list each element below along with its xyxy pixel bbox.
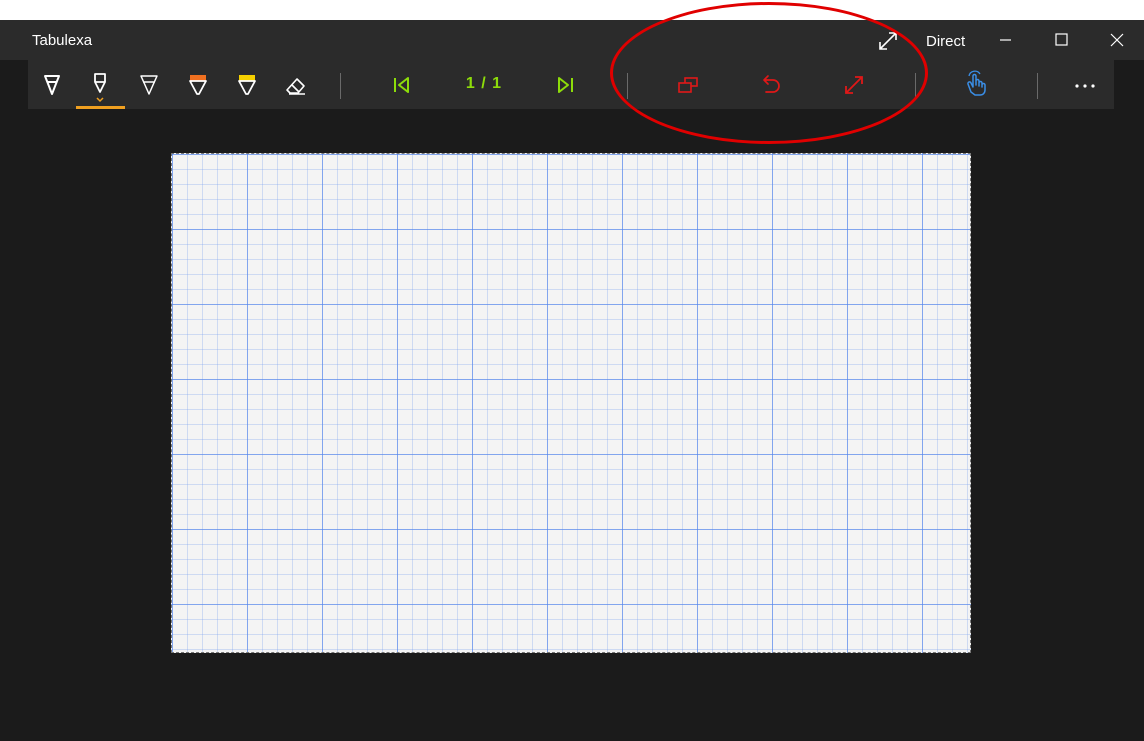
resize-icon <box>845 76 863 94</box>
minimize-icon <box>1000 39 1011 41</box>
undo-icon <box>763 75 780 93</box>
highlighter-yellow-tool[interactable] <box>227 66 267 104</box>
toolbar: 1 / 1 <box>28 60 1114 109</box>
last-page-button[interactable] <box>546 66 586 104</box>
undo-button[interactable] <box>751 66 791 104</box>
first-page-button[interactable] <box>381 66 421 104</box>
input-mode-label[interactable]: Direct <box>926 33 965 50</box>
minimize-button[interactable] <box>982 20 1028 60</box>
highlighter-icon <box>189 75 207 95</box>
eraser-icon <box>286 78 305 95</box>
highlighter-icon <box>238 75 256 95</box>
close-button[interactable] <box>1094 20 1140 60</box>
active-tool-indicator <box>76 106 125 109</box>
last-page-icon <box>558 77 573 93</box>
duplicate-page-button[interactable] <box>668 66 708 104</box>
fullscreen-button[interactable] <box>873 26 903 56</box>
pen-tool-3[interactable] <box>129 66 169 104</box>
app-title: Tabulexa <box>32 32 93 49</box>
app-window: Tabulexa Direct 1 / 1 <box>0 20 1144 741</box>
pen-icon <box>94 73 106 103</box>
eraser-tool[interactable] <box>276 66 316 104</box>
first-page-icon <box>394 77 409 93</box>
pen-tool-2[interactable] <box>80 66 120 104</box>
maximize-button[interactable] <box>1038 20 1084 60</box>
toolbar-divider <box>915 73 916 99</box>
pen-icon <box>44 75 60 95</box>
highlighter-orange-tool[interactable] <box>178 66 218 104</box>
toolbar-divider <box>1037 73 1038 99</box>
pen-tool-1[interactable] <box>32 66 72 104</box>
title-bar: Tabulexa Direct <box>0 20 1144 60</box>
pen-icon <box>140 75 158 95</box>
close-icon <box>1110 33 1124 47</box>
toolbar-divider <box>627 73 628 99</box>
resize-button[interactable] <box>834 66 874 104</box>
touch-mode-icon <box>967 70 986 96</box>
duplicate-page-icon <box>678 77 698 93</box>
expand-icon <box>879 32 897 50</box>
touch-mode-button[interactable] <box>956 66 996 104</box>
more-options-button[interactable] <box>1066 66 1106 104</box>
drawing-canvas[interactable] <box>171 153 971 653</box>
page-counter: 1 / 1 <box>465 75 503 92</box>
toolbar-divider <box>340 73 341 99</box>
more-icon <box>1075 84 1095 88</box>
maximize-icon <box>1055 33 1068 46</box>
